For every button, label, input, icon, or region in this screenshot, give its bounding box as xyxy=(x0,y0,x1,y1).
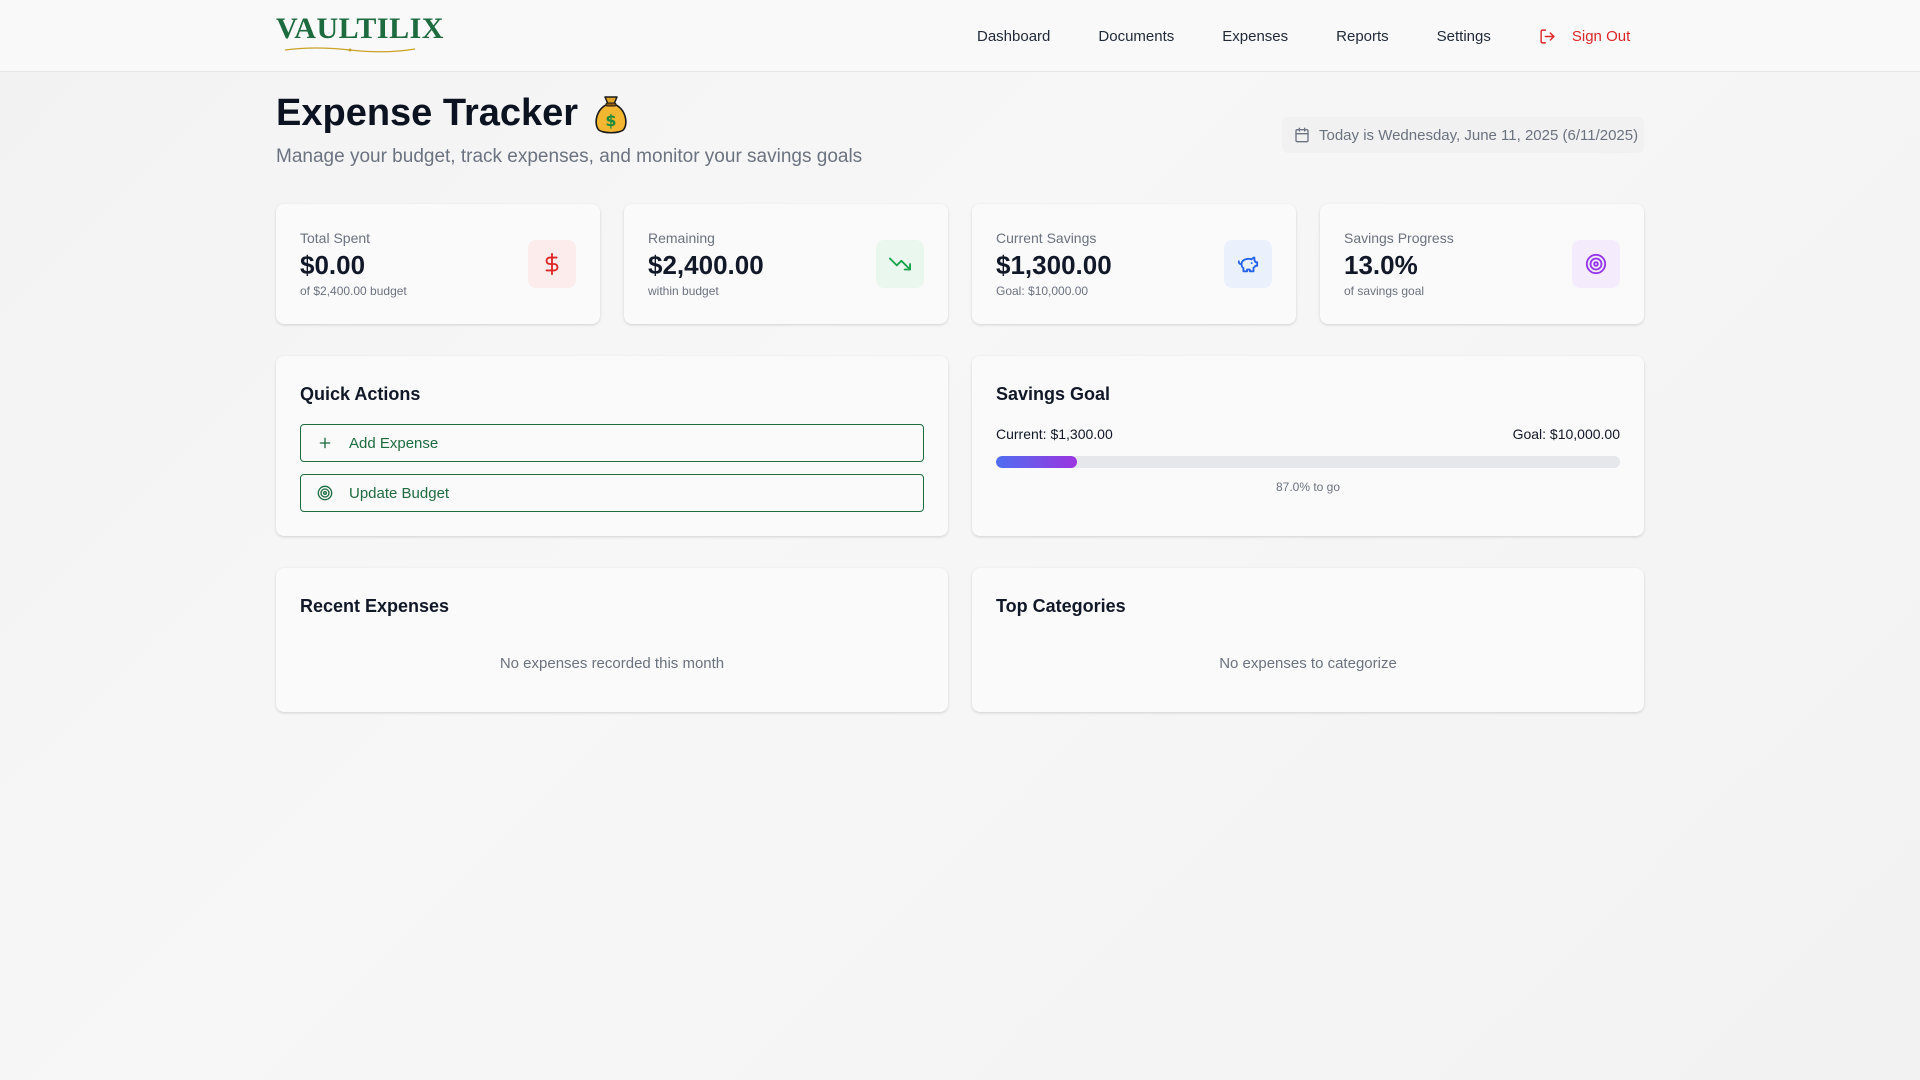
stat-card-savings-progress: Savings Progress 13.0% of savings goal xyxy=(1320,204,1644,324)
stat-card-remaining: Remaining $2,400.00 within budget xyxy=(624,204,948,324)
stat-label: Current Savings xyxy=(996,230,1097,246)
app-logo[interactable]: VAULTILIX xyxy=(276,14,444,44)
progress-caption: 87.0% to go xyxy=(1275,480,1341,494)
date-badge: Today is Wednesday, June 11, 2025 (6/11/… xyxy=(1282,117,1644,153)
sign-out-label: Sign Out xyxy=(1571,27,1631,45)
stat-label: Total Spent xyxy=(300,230,371,246)
stat-label: Remaining xyxy=(648,230,715,246)
plus-icon xyxy=(319,437,331,449)
sign-out-icon xyxy=(1540,28,1555,44)
page-title-row: Expense Tracker $ xyxy=(276,92,630,135)
stat-sub: of savings goal xyxy=(1344,284,1425,298)
stat-sub: within budget xyxy=(648,284,719,298)
dollar-icon xyxy=(528,240,576,288)
logo-flourish-icon xyxy=(284,47,416,53)
add-expense-label: Add Expense xyxy=(349,434,439,452)
top-header: VAULTILIX Dashboard Documents Expenses R… xyxy=(0,0,1920,72)
goal-target: Goal: $10,000.00 xyxy=(1512,426,1620,442)
stat-card-current-savings: Current Savings $1,300.00 Goal: $10,000.… xyxy=(972,204,1296,324)
quick-actions-panel: Quick Actions Add Expense Update Budget xyxy=(276,356,948,536)
piggy-bank-icon xyxy=(1224,240,1272,288)
nav-documents[interactable]: Documents xyxy=(1098,28,1174,45)
page-title: Expense Tracker xyxy=(276,92,579,134)
savings-progress-bar xyxy=(996,456,1620,468)
nav-dashboard[interactable]: Dashboard xyxy=(977,28,1050,45)
money-bag-icon: $ xyxy=(595,95,627,134)
panel-title: Top Categories xyxy=(996,596,1126,616)
goal-current: Current: $1,300.00 xyxy=(996,426,1113,442)
update-budget-button[interactable]: Update Budget xyxy=(300,474,924,512)
add-expense-button[interactable]: Add Expense xyxy=(300,424,924,462)
stat-sub: of $2,400.00 budget xyxy=(300,284,407,298)
recent-expenses-panel: Recent Expenses No expenses recorded thi… xyxy=(276,568,948,712)
panel-title: Quick Actions xyxy=(300,384,421,404)
sign-out-button[interactable]: Sign Out xyxy=(1539,28,1630,45)
savings-goal-panel: Savings Goal Current: $1,300.00 Goal: $1… xyxy=(972,356,1644,536)
empty-message: No expenses recorded this month xyxy=(499,655,725,672)
stat-sub: Goal: $10,000.00 xyxy=(996,284,1089,298)
svg-text:$: $ xyxy=(606,111,617,130)
main-nav: Dashboard Documents Expenses Reports Set… xyxy=(960,0,1920,72)
stat-value: 13.0% xyxy=(1344,250,1418,280)
stat-card-total-spent: Total Spent $0.00 of $2,400.00 budget xyxy=(276,204,600,324)
panel-title: Savings Goal xyxy=(996,384,1111,404)
update-budget-label: Update Budget xyxy=(349,484,450,502)
calendar-icon xyxy=(1295,127,1309,143)
stat-value: $0.00 xyxy=(300,250,366,280)
target-icon xyxy=(317,485,333,501)
target-icon xyxy=(1572,240,1620,288)
nav-settings[interactable]: Settings xyxy=(1437,28,1491,45)
panel-title: Recent Expenses xyxy=(300,596,450,616)
stat-label: Savings Progress xyxy=(1344,230,1454,246)
date-text: Today is Wednesday, June 11, 2025 (6/11/… xyxy=(1319,126,1639,144)
trending-down-icon xyxy=(876,240,924,288)
stat-value: $2,400.00 xyxy=(648,250,764,280)
empty-message: No expenses to categorize xyxy=(1219,655,1397,672)
nav-reports[interactable]: Reports xyxy=(1336,28,1389,45)
nav-expenses[interactable]: Expenses xyxy=(1222,28,1288,45)
savings-progress-fill xyxy=(996,456,1078,468)
top-categories-panel: Top Categories No expenses to categorize xyxy=(972,568,1644,712)
stat-value: $1,300.00 xyxy=(996,250,1112,280)
page-subtitle: Manage your budget, track expenses, and … xyxy=(276,146,863,167)
